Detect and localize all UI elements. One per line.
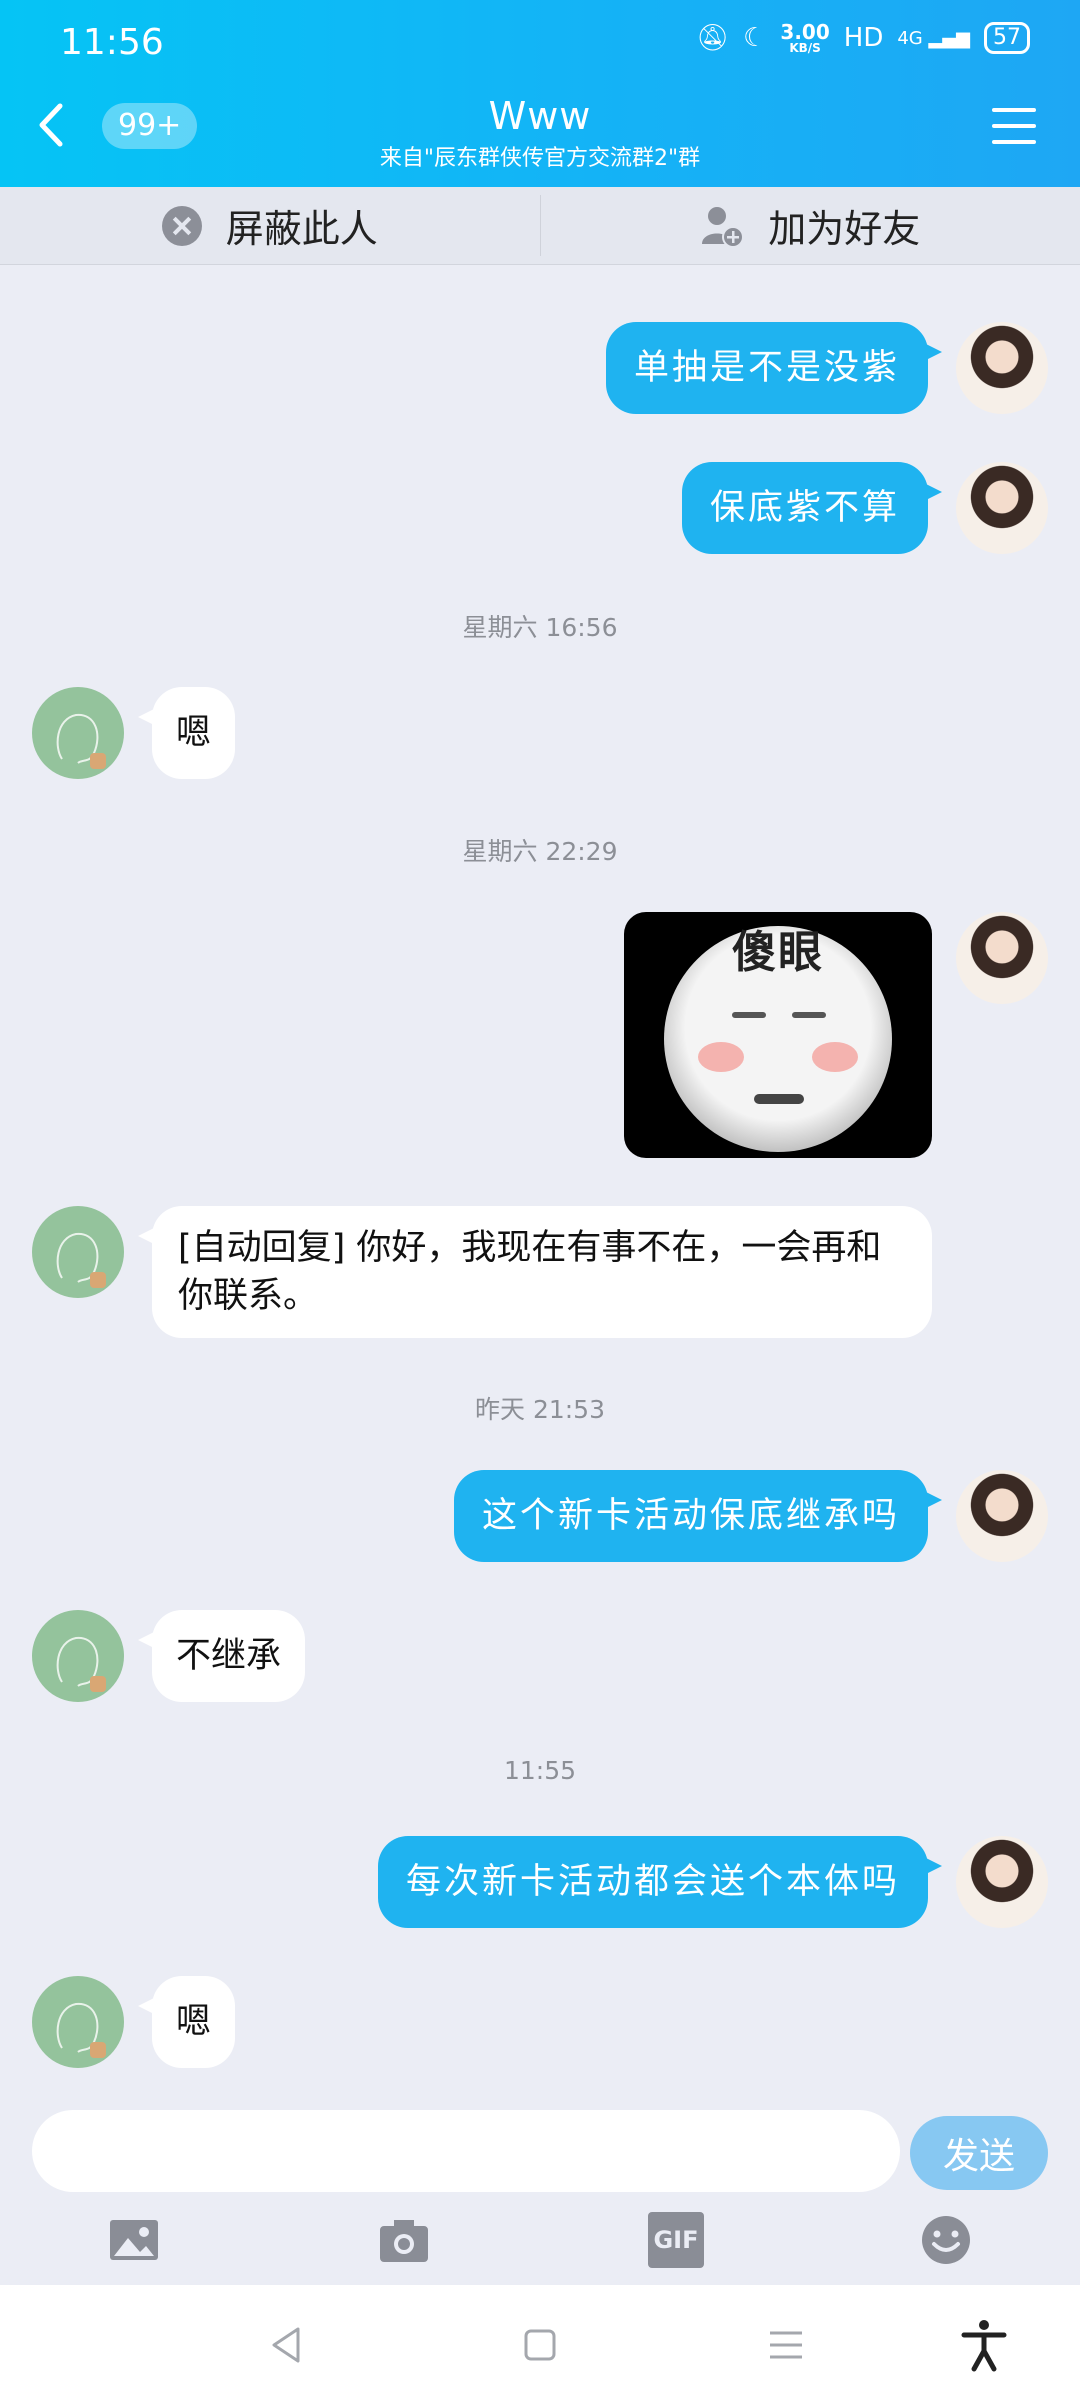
- back-triangle-icon[interactable]: [258, 2315, 318, 2375]
- block-user-button[interactable]: 屏蔽此人: [0, 187, 540, 264]
- message-bubble-incoming[interactable]: 嗯: [137, 687, 236, 779]
- accessibility-icon[interactable]: [954, 2315, 1014, 2375]
- input-tools: GIF: [0, 2204, 1080, 2282]
- message-bubble-incoming[interactable]: 不继承: [137, 1610, 306, 1702]
- sticker-caption: 傻眼: [732, 927, 824, 978]
- speed-unit: KB/S: [789, 41, 821, 55]
- input-bar: 发送: [0, 2106, 1080, 2196]
- add-friend-label: 加为好友: [768, 207, 921, 251]
- action-bar: 屏蔽此人 加为好友: [0, 187, 1080, 265]
- hamburger-icon[interactable]: [992, 108, 1036, 144]
- network-speed: 3.00 KB/S: [780, 22, 829, 54]
- add-friend-icon: [702, 206, 745, 248]
- my-avatar[interactable]: [956, 322, 1048, 414]
- home-square-icon[interactable]: [510, 2315, 570, 2375]
- system-nav-bar: [0, 2285, 1080, 2400]
- peer-avatar[interactable]: [32, 687, 124, 779]
- peer-avatar[interactable]: [32, 1976, 124, 2068]
- message-bubble-outgoing[interactable]: 这个新卡活动保底继承吗: [453, 1470, 943, 1562]
- message-input[interactable]: [32, 2110, 900, 2192]
- send-button[interactable]: 发送: [910, 2116, 1048, 2190]
- chat-title: Www: [488, 94, 592, 138]
- hd-indicator: HD: [843, 23, 884, 53]
- status-icons: 🔕︎ ☾ 3.00 KB/S HD 4G ▂▄▆ 57: [696, 22, 1030, 54]
- chat-subtitle: 来自"辰东群侠传官方交流群2"群: [379, 146, 701, 171]
- my-avatar[interactable]: [956, 912, 1048, 1004]
- message-bubble-outgoing[interactable]: 每次新卡活动都会送个本体吗: [377, 1836, 943, 1928]
- chat-header: 11:56 🔕︎ ☾ 3.00 KB/S HD 4G ▂▄▆ 57 99+ Ww…: [0, 0, 1080, 187]
- emoji-icon[interactable]: [918, 2212, 974, 2268]
- timestamp: 11:55: [503, 1756, 577, 1785]
- message-list[interactable]: 单抽是不是没紫 保底紫不算 星期六 16:56 嗯 星期六 22:29 傻眼 […: [0, 266, 1080, 2106]
- message-bubble-outgoing[interactable]: 单抽是不是没紫: [605, 322, 943, 414]
- my-avatar[interactable]: [956, 1470, 1048, 1562]
- image-icon[interactable]: [106, 2212, 162, 2268]
- gif-icon[interactable]: GIF: [648, 2212, 704, 2268]
- block-user-label: 屏蔽此人: [225, 207, 378, 251]
- moon-icon: ☾: [743, 23, 767, 53]
- speed-value: 3.00: [780, 20, 830, 44]
- camera-icon[interactable]: [376, 2212, 432, 2268]
- peer-avatar[interactable]: [32, 1610, 124, 1702]
- battery-icon: 57: [984, 22, 1030, 54]
- message-bubble-incoming[interactable]: 嗯: [137, 1976, 236, 2068]
- signal-icon: 4G ▂▄▆: [897, 27, 970, 49]
- timestamp: 星期六 22:29: [462, 837, 618, 866]
- my-avatar[interactable]: [956, 462, 1048, 554]
- message-bubble-incoming[interactable]: [自动回复] 你好，我现在有事不在，一会再和你联系。: [138, 1206, 932, 1338]
- timestamp: 昨天 21:53: [475, 1395, 605, 1424]
- vibrate-off-icon: 🔕︎: [696, 23, 730, 53]
- sticker-image[interactable]: 傻眼: [624, 912, 932, 1158]
- timestamp: 星期六 16:56: [462, 613, 618, 642]
- network-type: 4G: [897, 27, 923, 49]
- recents-menu-icon[interactable]: [756, 2315, 816, 2375]
- add-friend-button[interactable]: 加为好友: [541, 187, 1080, 264]
- block-icon: [161, 205, 202, 246]
- my-avatar[interactable]: [956, 1836, 1048, 1928]
- status-time: 11:56: [60, 22, 164, 63]
- peer-avatar[interactable]: [32, 1206, 124, 1298]
- message-bubble-outgoing[interactable]: 保底紫不算: [681, 462, 943, 554]
